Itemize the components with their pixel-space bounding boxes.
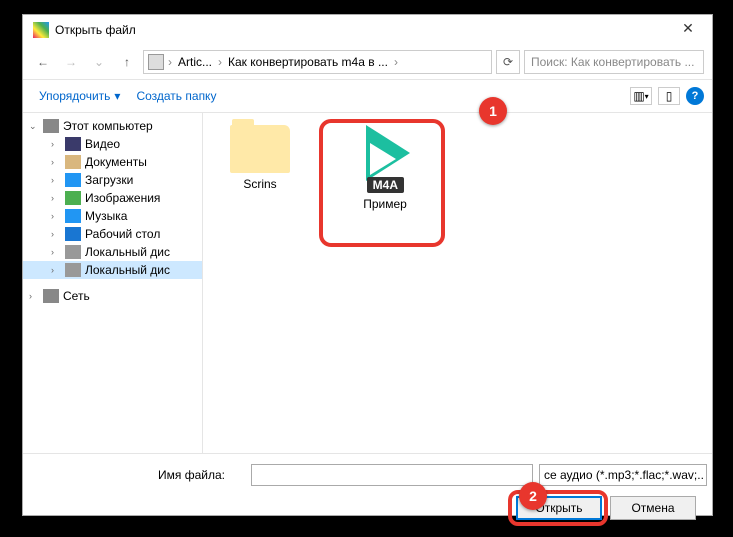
close-button[interactable]: ✕ <box>668 20 708 40</box>
tree-item-disk[interactable]: ›Локальный дис <box>23 243 202 261</box>
breadcrumb-part[interactable]: Как конвертировать m4a в ... <box>226 55 390 69</box>
refresh-button[interactable]: ⟳ <box>496 50 520 74</box>
navigation-tree: ⌄Этот компьютер ›Видео ›Документы ›Загру… <box>23 113 203 453</box>
chevron-down-icon: ⌄ <box>704 468 707 482</box>
video-icon <box>65 137 81 151</box>
annotation-marker-2: 2 <box>519 482 547 510</box>
desktop-icon <box>65 227 81 241</box>
chevron-down-icon: ▾ <box>114 89 120 103</box>
toolbar: Упорядочить ▾ Создать папку ▥ ▾ ▯ ? <box>23 79 712 113</box>
chevron-right-icon: › <box>216 55 224 69</box>
disk-icon <box>65 245 81 259</box>
expand-icon[interactable]: › <box>51 193 61 203</box>
chevron-right-icon: › <box>392 55 400 69</box>
chevron-right-icon: › <box>166 55 174 69</box>
expand-icon[interactable]: › <box>51 229 61 239</box>
expand-icon[interactable]: › <box>51 265 61 275</box>
open-file-dialog: Открыть файл ✕ ← → ⌄ ↑ › Artic... › Как … <box>22 14 713 516</box>
titlebar: Открыть файл ✕ <box>23 15 712 45</box>
tree-item-documents[interactable]: ›Документы <box>23 153 202 171</box>
tree-item-disk[interactable]: ›Локальный дис <box>23 261 202 279</box>
preview-pane-button[interactable]: ▯ <box>658 87 680 105</box>
computer-icon <box>148 54 164 70</box>
file-type-dropdown[interactable]: се аудио (*.mp3;*.flac;*.wav;..⌄ <box>539 464 707 486</box>
address-bar: ← → ⌄ ↑ › Artic... › Как конвертировать … <box>23 45 712 79</box>
view-options-button[interactable]: ▥ ▾ <box>630 87 652 105</box>
file-label: Scrins <box>215 177 305 191</box>
dialog-footer: Имя файла: се аудио (*.mp3;*.flac;*.wav;… <box>23 453 712 530</box>
expand-icon[interactable]: › <box>51 247 61 257</box>
organize-button[interactable]: Упорядочить ▾ <box>31 85 128 107</box>
file-item-m4a[interactable]: M4A Пример <box>325 125 445 211</box>
expand-icon[interactable]: › <box>51 175 61 185</box>
help-button[interactable]: ? <box>686 87 704 105</box>
breadcrumb-part[interactable]: Artic... <box>176 55 214 69</box>
filename-label: Имя файла: <box>153 468 225 482</box>
filename-input[interactable] <box>251 464 533 486</box>
app-icon <box>33 22 49 38</box>
disk-icon <box>65 263 81 277</box>
expand-icon[interactable]: › <box>51 157 61 167</box>
file-type-badge: M4A <box>367 177 404 193</box>
tree-item-desktop[interactable]: ›Рабочий стол <box>23 225 202 243</box>
audio-file-icon: M4A <box>350 125 420 195</box>
music-icon <box>65 209 81 223</box>
recent-dropdown[interactable]: ⌄ <box>87 50 111 74</box>
window-title: Открыть файл <box>55 23 668 37</box>
folder-item[interactable]: Scrins <box>215 125 305 191</box>
expand-icon[interactable]: › <box>29 291 39 301</box>
documents-icon <box>65 155 81 169</box>
new-folder-button[interactable]: Создать папку <box>128 85 224 107</box>
tree-item-computer[interactable]: ⌄Этот компьютер <box>23 117 202 135</box>
folder-icon <box>230 125 290 173</box>
tree-item-downloads[interactable]: ›Загрузки <box>23 171 202 189</box>
up-button[interactable]: ↑ <box>115 50 139 74</box>
expand-icon[interactable]: › <box>51 211 61 221</box>
annotation-marker-1: 1 <box>479 97 507 125</box>
file-list: 1 Scrins M4A Пример <box>203 113 712 453</box>
search-input[interactable]: Поиск: Как конвертировать ... <box>524 50 704 74</box>
tree-item-pictures[interactable]: ›Изображения <box>23 189 202 207</box>
tree-item-network[interactable]: ›Сеть <box>23 287 202 305</box>
expand-icon[interactable]: ⌄ <box>29 121 39 132</box>
tree-item-video[interactable]: ›Видео <box>23 135 202 153</box>
downloads-icon <box>65 173 81 187</box>
computer-icon <box>43 119 59 133</box>
expand-icon[interactable]: › <box>51 139 61 149</box>
forward-button[interactable]: → <box>59 50 83 74</box>
back-button[interactable]: ← <box>31 50 55 74</box>
network-icon <box>43 289 59 303</box>
tree-item-music[interactable]: ›Музыка <box>23 207 202 225</box>
pictures-icon <box>65 191 81 205</box>
cancel-button[interactable]: Отмена <box>610 496 696 520</box>
breadcrumb[interactable]: › Artic... › Как конвертировать m4a в ..… <box>143 50 492 74</box>
